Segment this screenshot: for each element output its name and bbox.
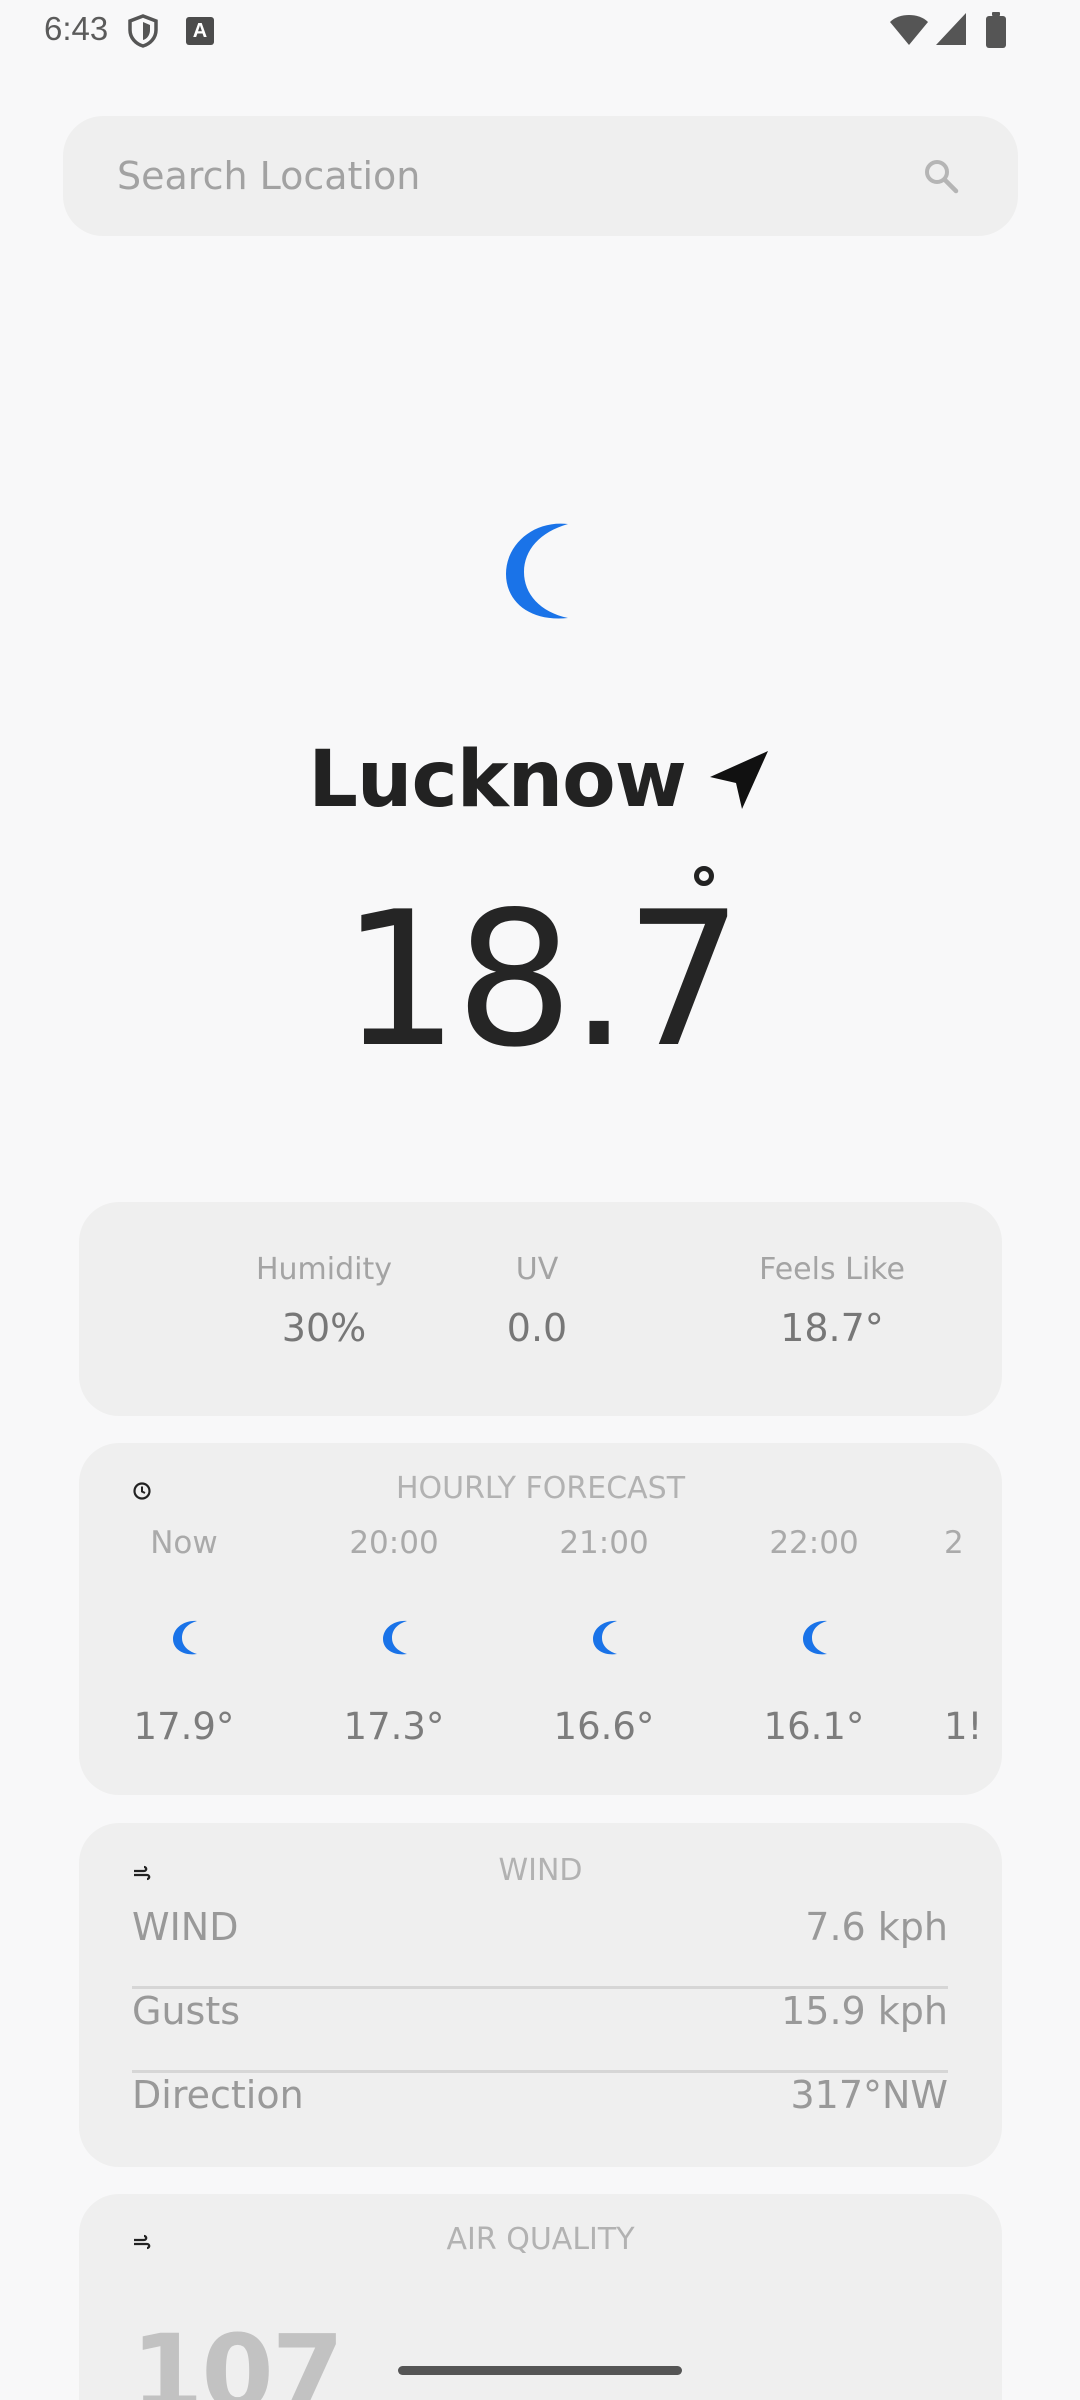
wind-speed-row: WIND 7.6 kph [132, 1887, 948, 1971]
hour-time: 20:00 [349, 1525, 439, 1561]
hour-temp: 1! [944, 1705, 983, 1748]
current-stats-card: Humidity 30% UV 0.0 Feels Like 18.7° [79, 1202, 1002, 1416]
hour-time: 21:00 [559, 1525, 649, 1561]
wind-direction-label: Direction [132, 2073, 304, 2117]
uv-value: 0.0 [506, 1306, 568, 1350]
search-bar[interactable] [63, 116, 1018, 236]
hourly-forecast-title: HOURLY FORECAST [395, 1471, 686, 1506]
status-time: 6:43 [44, 10, 109, 47]
hourly-item[interactable]: 2 1! [944, 1525, 1002, 1748]
wind-direction-row: Direction 317°NW [132, 2055, 948, 2139]
hourly-item[interactable]: 21:00 16.6° [524, 1525, 684, 1748]
air-quality-title: AIR QUALITY [446, 2222, 635, 2257]
hour-icon-spacer [944, 1567, 1002, 1657]
home-indicator[interactable] [398, 2366, 682, 2375]
wifi-icon [890, 15, 928, 45]
moon-icon [506, 523, 568, 619]
weather-screen: 6:43 A Lucknow 18.7 [0, 0, 1080, 2400]
wind-direction-value: 317°NW [790, 2073, 948, 2117]
moon-icon [803, 1620, 827, 1655]
wind-speed-label: WIND [132, 1905, 239, 1949]
hour-time: Now [150, 1525, 218, 1561]
hourly-item[interactable]: 22:00 16.1° [734, 1525, 894, 1748]
search-icon[interactable] [921, 156, 961, 196]
hour-temp: 16.1° [763, 1705, 865, 1748]
navigation-arrow-icon[interactable] [706, 747, 772, 813]
feels-like-stat: Feels Like 18.7° [682, 1252, 982, 1350]
hour-temp: 16.6° [553, 1705, 655, 1748]
a-badge-icon: A [186, 17, 214, 45]
hour-time: 2 [944, 1525, 964, 1561]
wind-title: WIND [498, 1853, 583, 1888]
current-temperature: 18.7 [340, 871, 743, 1088]
degree-symbol [694, 866, 714, 886]
aqi-value: 107 [131, 2312, 344, 2400]
moon-icon [173, 1620, 197, 1655]
feels-like-value: 18.7° [780, 1306, 884, 1350]
search-input[interactable] [117, 116, 917, 236]
wind-card: WIND WIND 7.6 kph Gusts 15.9 kph Directi… [79, 1823, 1002, 2167]
wind-gusts-label: Gusts [132, 1989, 241, 2033]
status-bar: 6:43 A [0, 0, 1080, 62]
hourly-forecast-card[interactable]: HOURLY FORECAST Now 17.9° 20:00 17.3° 21… [79, 1443, 1002, 1795]
location-header: Lucknow [0, 735, 1080, 835]
wind-gusts-value: 15.9 kph [781, 1989, 948, 2033]
hour-temp: 17.9° [133, 1705, 235, 1748]
city-name: Lucknow [308, 735, 687, 825]
feels-like-label: Feels Like [759, 1252, 905, 1287]
battery-icon [986, 12, 1006, 48]
wind-gusts-row: Gusts 15.9 kph [132, 1971, 948, 2055]
uv-label: UV [515, 1252, 559, 1287]
signal-icon [936, 13, 966, 45]
hour-time: 22:00 [769, 1525, 859, 1561]
hourly-item[interactable]: 20:00 17.3° [314, 1525, 474, 1748]
hourly-item[interactable]: Now 17.9° [104, 1525, 264, 1748]
moon-icon [383, 1620, 407, 1655]
hour-temp: 17.3° [343, 1705, 445, 1748]
shield-icon [128, 14, 158, 48]
moon-icon [593, 1620, 617, 1655]
wind-speed-value: 7.6 kph [805, 1905, 948, 1949]
uv-stat: UV 0.0 [387, 1252, 687, 1350]
